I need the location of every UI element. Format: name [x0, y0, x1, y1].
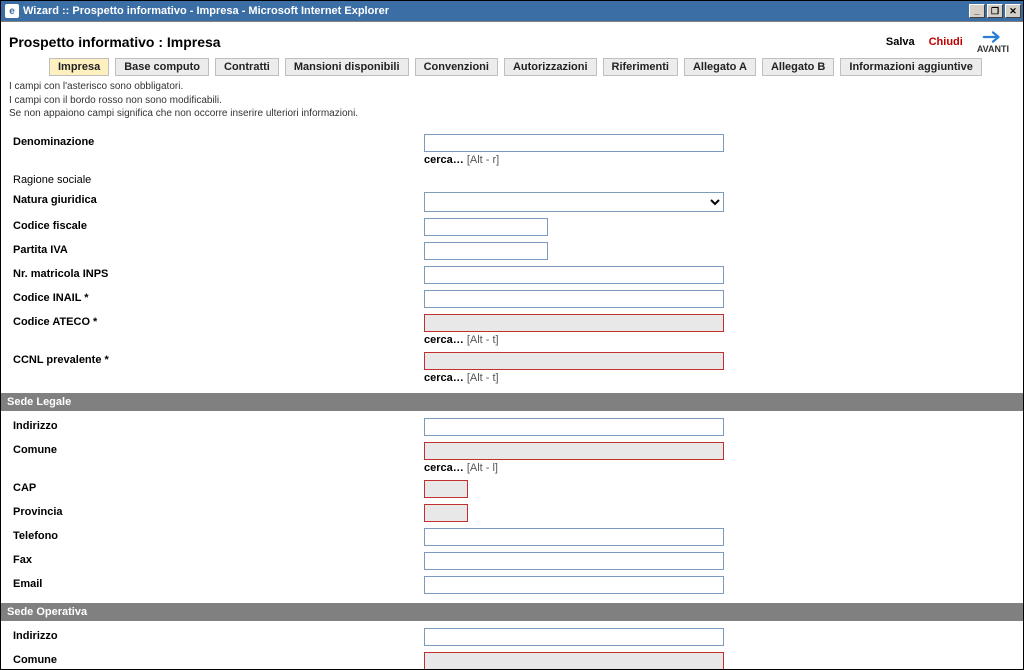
label-codice-fiscale: Codice fiscale: [9, 218, 424, 232]
label-codice-inail: Codice INAIL *: [9, 290, 424, 304]
input-sl-provincia: [424, 504, 468, 522]
tab-convenzioni[interactable]: Convenzioni: [415, 58, 498, 76]
input-so-indirizzo[interactable]: [424, 628, 724, 646]
tab-mansioni[interactable]: Mansioni disponibili: [285, 58, 409, 76]
search-codice-ateco[interactable]: cerca… [Alt - t]: [424, 334, 1015, 346]
tab-autorizzazioni[interactable]: Autorizzazioni: [504, 58, 597, 76]
next-button[interactable]: AVANTI: [977, 30, 1009, 54]
input-codice-inail[interactable]: [424, 290, 724, 308]
form-hints: I campi con l'asterisco sono obbligatori…: [9, 80, 1015, 121]
tab-bar: Impresa Base computo Contratti Mansioni …: [9, 58, 1015, 78]
input-codice-fiscale[interactable]: [424, 218, 548, 236]
input-codice-ateco: [424, 314, 724, 332]
section-sede-legale: Sede Legale: [1, 393, 1023, 411]
page-content: Prospetto informativo : Impresa Salva Ch…: [1, 22, 1023, 669]
minimize-button[interactable]: _: [969, 4, 985, 18]
tab-base-computo[interactable]: Base computo: [115, 58, 209, 76]
input-sl-cap: [424, 480, 468, 498]
label-so-indirizzo: Indirizzo: [9, 628, 424, 642]
label-so-comune: Comune: [9, 652, 424, 666]
maximize-button[interactable]: ❐: [987, 4, 1003, 18]
search-sl-comune[interactable]: cerca… [Alt - l]: [424, 462, 1015, 474]
input-sl-indirizzo[interactable]: [424, 418, 724, 436]
section-sede-operativa: Sede Operativa: [1, 603, 1023, 621]
input-sl-telefono[interactable]: [424, 528, 724, 546]
tab-contratti[interactable]: Contratti: [215, 58, 279, 76]
ie-icon: e: [5, 4, 19, 18]
label-sl-provincia: Provincia: [9, 504, 424, 518]
label-sl-telefono: Telefono: [9, 528, 424, 542]
app-window: e Wizard :: Prospetto informativo - Impr…: [0, 0, 1024, 670]
select-natura-giuridica[interactable]: [424, 192, 724, 212]
close-link[interactable]: Chiudi: [929, 36, 963, 48]
close-window-button[interactable]: ✕: [1005, 4, 1021, 18]
input-sl-fax[interactable]: [424, 552, 724, 570]
label-sl-cap: CAP: [9, 480, 424, 494]
save-link[interactable]: Salva: [886, 36, 915, 48]
label-sl-email: Email: [9, 576, 424, 590]
search-ccnl[interactable]: cerca… [Alt - t]: [424, 372, 1015, 384]
label-sl-indirizzo: Indirizzo: [9, 418, 424, 432]
arrow-right-icon: [982, 30, 1004, 44]
label-ragione-sociale: Ragione sociale: [9, 172, 424, 186]
label-partita-iva: Partita IVA: [9, 242, 424, 256]
input-sl-email[interactable]: [424, 576, 724, 594]
search-denominazione[interactable]: cerca… [Alt - r]: [424, 154, 1015, 166]
input-so-comune: [424, 652, 724, 670]
titlebar: e Wizard :: Prospetto informativo - Impr…: [1, 1, 1023, 21]
label-sl-comune: Comune: [9, 442, 424, 456]
label-codice-ateco: Codice ATECO *: [9, 314, 424, 328]
label-sl-fax: Fax: [9, 552, 424, 566]
label-ccnl: CCNL prevalente *: [9, 352, 424, 366]
input-denominazione[interactable]: [424, 134, 724, 152]
tab-allegato-a[interactable]: Allegato A: [684, 58, 756, 76]
input-ccnl: [424, 352, 724, 370]
page-title: Prospetto informativo : Impresa: [9, 34, 221, 50]
tab-allegato-b[interactable]: Allegato B: [762, 58, 834, 76]
input-partita-iva[interactable]: [424, 242, 548, 260]
form-impresa: Denominazione cerca… [Alt - r] Ragione s…: [9, 131, 1015, 670]
tab-riferimenti[interactable]: Riferimenti: [603, 58, 678, 76]
label-matricola-inps: Nr. matricola INPS: [9, 266, 424, 280]
input-matricola-inps[interactable]: [424, 266, 724, 284]
tab-info-aggiuntive[interactable]: Informazioni aggiuntive: [840, 58, 981, 76]
label-denominazione: Denominazione: [9, 134, 424, 148]
label-natura-giuridica: Natura giuridica: [9, 192, 424, 206]
input-sl-comune: [424, 442, 724, 460]
tab-impresa[interactable]: Impresa: [49, 58, 109, 76]
window-title: Wizard :: Prospetto informativo - Impres…: [23, 5, 389, 17]
